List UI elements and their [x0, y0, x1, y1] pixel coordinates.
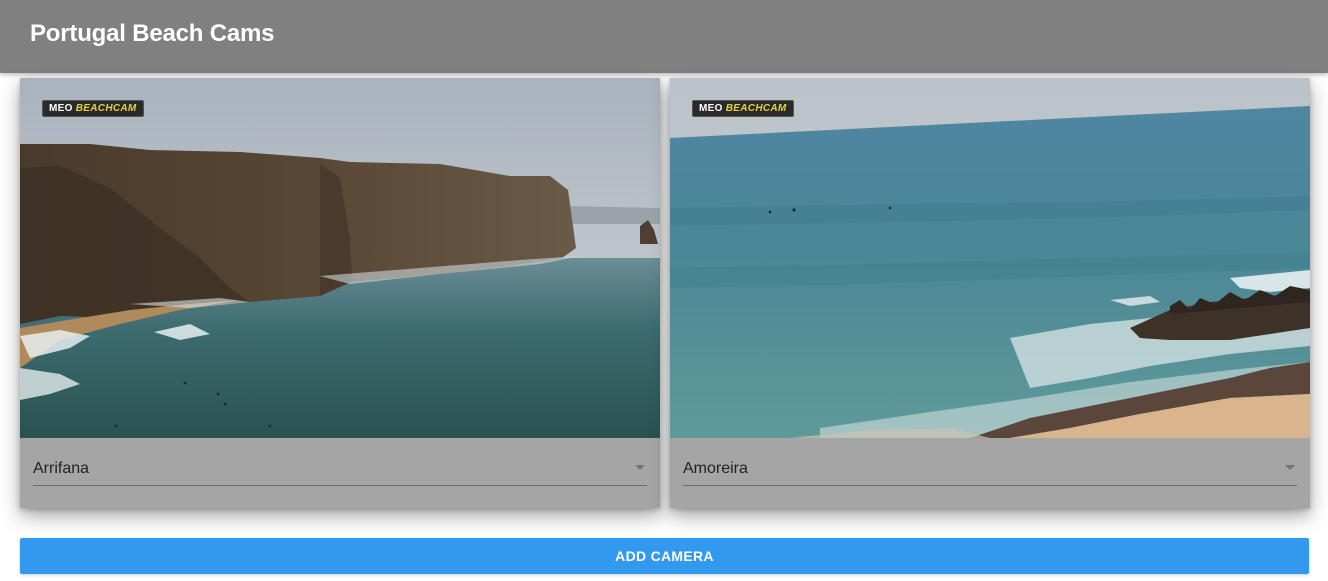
beach-cam-image: [20, 78, 660, 438]
camera-feed-1: MEO BEACHCAM: [20, 78, 660, 438]
add-camera-button[interactable]: ADD CAMERA: [20, 538, 1309, 574]
camera-select-value: Arrifana: [33, 460, 90, 477]
meo-beachcam-logo: MEO BEACHCAM: [42, 100, 144, 117]
camera-card-1: MEO BEACHCAM Arrifana: [20, 78, 660, 508]
beach-cam-image: [670, 78, 1310, 438]
camera-select-1[interactable]: Arrifana: [33, 448, 647, 486]
caret-down-icon: [635, 465, 645, 470]
camera-feed-2: MEO BEACHCAM: [670, 78, 1310, 438]
caret-down-icon: [1285, 465, 1295, 470]
app-bar: Portugal Beach Cams: [0, 0, 1328, 73]
app-title: Portugal Beach Cams: [30, 20, 275, 47]
camera-card-2: MEO BEACHCAM Amoreira: [670, 78, 1310, 508]
camera-select-value: Amoreira: [683, 460, 748, 477]
camera-select-2[interactable]: Amoreira: [683, 448, 1297, 486]
meo-beachcam-logo: MEO BEACHCAM: [692, 100, 794, 117]
